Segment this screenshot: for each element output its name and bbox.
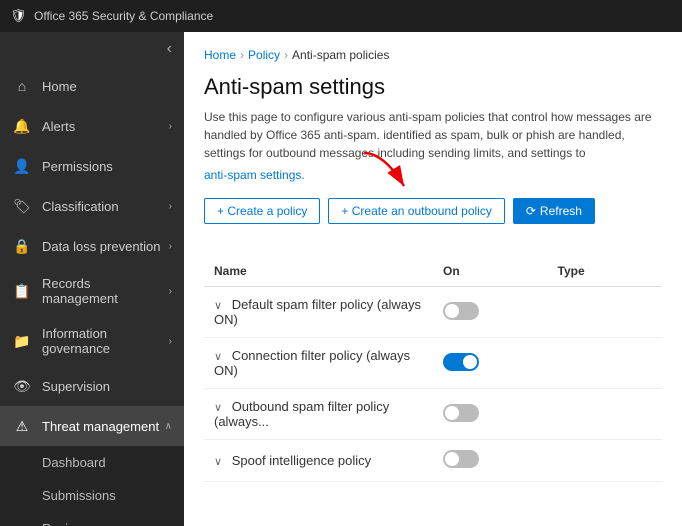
policy-name: Spoof intelligence policy [232, 453, 371, 468]
toolbar-wrapper: + Create a policy + Create an outbound p… [204, 198, 662, 240]
row-on-cell [433, 389, 548, 440]
person-icon: 👤 [12, 156, 32, 176]
row-type-cell [548, 440, 663, 482]
row-name-cell: ∨ Default spam filter policy (always ON) [204, 287, 433, 338]
clipboard-icon: 📋 [12, 281, 32, 301]
sidebar-item-label: Threat management [42, 419, 165, 434]
table-row: ∨ Connection filter policy (always ON) [204, 338, 662, 389]
chevron-down-icon: › [169, 241, 172, 252]
toggle-switch[interactable] [443, 450, 479, 468]
chevron-down-icon: › [169, 336, 172, 347]
toolbar: + Create a policy + Create an outbound p… [204, 198, 662, 224]
row-on-cell [433, 338, 548, 389]
table-row: ∨ Default spam filter policy (always ON) [204, 287, 662, 338]
toggle-switch[interactable] [443, 404, 479, 422]
app-icon: 🛡 [10, 8, 26, 24]
row-type-cell [548, 338, 663, 389]
tag-icon: 🏷 [12, 196, 32, 216]
antispam-settings-link[interactable]: anti-spam settings. [204, 168, 662, 182]
breadcrumb-policy[interactable]: Policy [248, 48, 280, 62]
chevron-down-icon: › [169, 286, 172, 297]
page-description: Use this page to configure various anti-… [204, 108, 662, 162]
sidebar-item-dataloss[interactable]: 🔒 Data loss prevention › [0, 226, 184, 266]
main-content: Home › Policy › Anti-spam policies Anti-… [184, 32, 682, 526]
sidebar-item-label: Records management [42, 276, 169, 306]
titlebar: 🛡 Office 365 Security & Compliance [0, 0, 682, 32]
chevron-up-icon: ∧ [165, 421, 172, 432]
chevron-down-icon: › [169, 121, 172, 132]
page-title: Anti-spam settings [204, 74, 662, 100]
row-type-cell [548, 389, 663, 440]
row-name-cell: ∨ Connection filter policy (always ON) [204, 338, 433, 389]
col-name-header: Name [204, 256, 433, 287]
subitem-label: Dashboard [42, 455, 106, 470]
sidebar-subitem-submissions[interactable]: Submissions [0, 479, 184, 512]
row-type-cell [548, 287, 663, 338]
col-on-header: On [433, 256, 548, 287]
table-row: ∨ Spoof intelligence policy [204, 440, 662, 482]
row-chevron-icon[interactable]: ∨ [214, 351, 222, 363]
app-title: Office 365 Security & Compliance [34, 9, 213, 23]
breadcrumb-current: Anti-spam policies [292, 48, 389, 62]
app-layout: ‹ ⌂ Home 🔔 Alerts › 👤 Permissions 🏷 Clas… [0, 32, 682, 526]
row-chevron-icon[interactable]: ∨ [214, 402, 222, 414]
sidebar-item-label: Information governance [42, 326, 169, 356]
sidebar: ‹ ⌂ Home 🔔 Alerts › 👤 Permissions 🏷 Clas… [0, 32, 184, 526]
row-chevron-icon[interactable]: ∨ [214, 300, 222, 312]
sidebar-item-label: Supervision [42, 379, 172, 394]
policy-name: Default spam filter policy (always ON) [214, 297, 421, 327]
col-type-header: Type [548, 256, 663, 287]
sidebar-item-records[interactable]: 📋 Records management › [0, 266, 184, 316]
row-name-cell: ∨ Outbound spam filter policy (always... [204, 389, 433, 440]
row-name-cell: ∨ Spoof intelligence policy [204, 440, 433, 482]
warning-icon: ⚠ [12, 416, 32, 436]
toggle-switch[interactable] [443, 302, 479, 320]
subitem-label: Submissions [42, 488, 116, 503]
sidebar-item-supervision[interactable]: 👁 Supervision [0, 366, 184, 406]
create-outbound-button[interactable]: + Create an outbound policy [328, 198, 504, 224]
sidebar-collapse[interactable]: ‹ [0, 32, 184, 66]
sidebar-subitem-dashboard[interactable]: Dashboard [0, 446, 184, 479]
table-row: ∨ Outbound spam filter policy (always... [204, 389, 662, 440]
create-policy-button[interactable]: + Create a policy [204, 198, 320, 224]
threat-subitems: Dashboard Submissions Review Policy [0, 446, 184, 526]
sidebar-item-label: Permissions [42, 159, 172, 174]
subitem-label: Review [42, 521, 85, 526]
sidebar-item-classification[interactable]: 🏷 Classification › [0, 186, 184, 226]
refresh-label: Refresh [540, 204, 582, 218]
breadcrumb: Home › Policy › Anti-spam policies [204, 48, 662, 62]
breadcrumb-sep-2: › [284, 48, 288, 62]
sidebar-item-home[interactable]: ⌂ Home [0, 66, 184, 106]
sidebar-item-alerts[interactable]: 🔔 Alerts › [0, 106, 184, 146]
sidebar-item-label: Home [42, 79, 172, 94]
sidebar-item-infogov[interactable]: 📁 Information governance › [0, 316, 184, 366]
breadcrumb-sep-1: › [240, 48, 244, 62]
sidebar-item-label: Classification [42, 199, 169, 214]
sidebar-item-label: Data loss prevention [42, 239, 169, 254]
sidebar-item-permissions[interactable]: 👤 Permissions [0, 146, 184, 186]
row-on-cell [433, 440, 548, 482]
sidebar-item-label: Alerts [42, 119, 169, 134]
refresh-icon: ⟳ [526, 204, 536, 218]
collapse-icon[interactable]: ‹ [167, 40, 172, 58]
policy-name: Outbound spam filter policy (always... [214, 399, 389, 429]
home-icon: ⌂ [12, 76, 32, 96]
toggle-switch[interactable] [443, 353, 479, 371]
breadcrumb-home[interactable]: Home [204, 48, 236, 62]
lock-icon: 🔒 [12, 236, 32, 256]
sidebar-item-threat[interactable]: ⚠ Threat management ∧ [0, 406, 184, 446]
policy-table: Name On Type ∨ Default spam filter polic… [204, 256, 662, 482]
eye-icon: 👁 [12, 376, 32, 396]
row-on-cell [433, 287, 548, 338]
folder-icon: 📁 [12, 331, 32, 351]
sidebar-subitem-review[interactable]: Review [0, 512, 184, 526]
table-header-row: Name On Type [204, 256, 662, 287]
refresh-button[interactable]: ⟳ Refresh [513, 198, 595, 224]
row-chevron-icon[interactable]: ∨ [214, 456, 222, 468]
bell-icon: 🔔 [12, 116, 32, 136]
chevron-down-icon: › [169, 201, 172, 212]
policy-name: Connection filter policy (always ON) [214, 348, 410, 378]
